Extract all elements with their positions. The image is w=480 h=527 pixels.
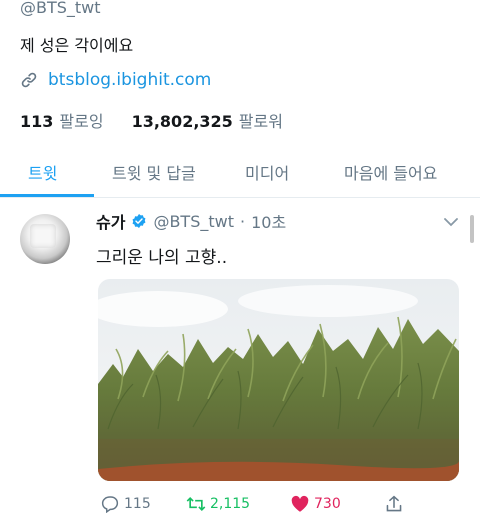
profile-stats: 113 팔로잉 13,802,325 팔로워 (20, 108, 283, 132)
tab-tweets-and-replies[interactable]: 트윗 및 답글 (112, 160, 196, 184)
chevron-down-icon[interactable] (444, 217, 458, 227)
profile-link-row[interactable]: btsblog.ibighit.com (20, 70, 211, 90)
followers-label: 팔로워 (238, 112, 283, 131)
tweet-timestamp[interactable]: 10초 (251, 209, 286, 233)
tweet-photo[interactable] (98, 279, 459, 481)
reply-icon (101, 496, 119, 513)
heart-icon (291, 495, 309, 512)
following-count: 113 (20, 112, 54, 131)
tweet-text: 그리운 나의 고향.. (96, 248, 228, 268)
verified-badge-icon (132, 214, 146, 228)
retweet-count: 2,115 (210, 496, 251, 512)
following-label: 팔로잉 (59, 112, 104, 131)
reply-count: 115 (124, 496, 151, 512)
like-button[interactable]: 730 (290, 495, 341, 513)
following-stat[interactable]: 113 팔로잉 (20, 108, 104, 132)
tweet-header: 슈가 @BTS_twt · 10초 (96, 209, 286, 233)
share-button[interactable] (384, 495, 404, 513)
profile-bio: 제 성은 각이에요 (20, 36, 134, 55)
tweet-display-name[interactable]: 슈가 (96, 209, 125, 233)
avatar[interactable] (20, 214, 70, 264)
tweet[interactable]: 슈가 @BTS_twt · 10초 그리운 나의 고향.. 115 2,115 … (0, 199, 480, 527)
tweet-separator: · (240, 211, 246, 231)
followers-stat[interactable]: 13,802,325 팔로워 (132, 108, 283, 132)
tab-likes[interactable]: 마음에 들어요 (344, 160, 437, 184)
like-count: 730 (314, 496, 341, 512)
retweet-button[interactable]: 2,115 (186, 495, 250, 513)
avatar-image (30, 224, 56, 248)
profile-link[interactable]: btsblog.ibighit.com (48, 70, 211, 90)
tweet-actions: 115 2,115 730 (0, 495, 480, 519)
sugarcane-field-image (98, 279, 459, 481)
tweet-handle[interactable]: @BTS_twt (153, 212, 234, 231)
scrollbar[interactable] (470, 215, 474, 243)
tab-tweets[interactable]: 트윗 (28, 160, 57, 184)
reply-button[interactable]: 115 (100, 495, 151, 513)
profile-tabs: 트윗 트윗 및 답글 미디어 마음에 들어요 (0, 148, 480, 198)
tab-media[interactable]: 미디어 (245, 160, 289, 184)
profile-handle: @BTS_twt (20, 0, 101, 17)
followers-count: 13,802,325 (131, 112, 233, 131)
retweet-icon (186, 496, 206, 512)
share-icon (386, 495, 402, 512)
active-tab-indicator (0, 194, 94, 197)
link-icon (21, 72, 37, 88)
